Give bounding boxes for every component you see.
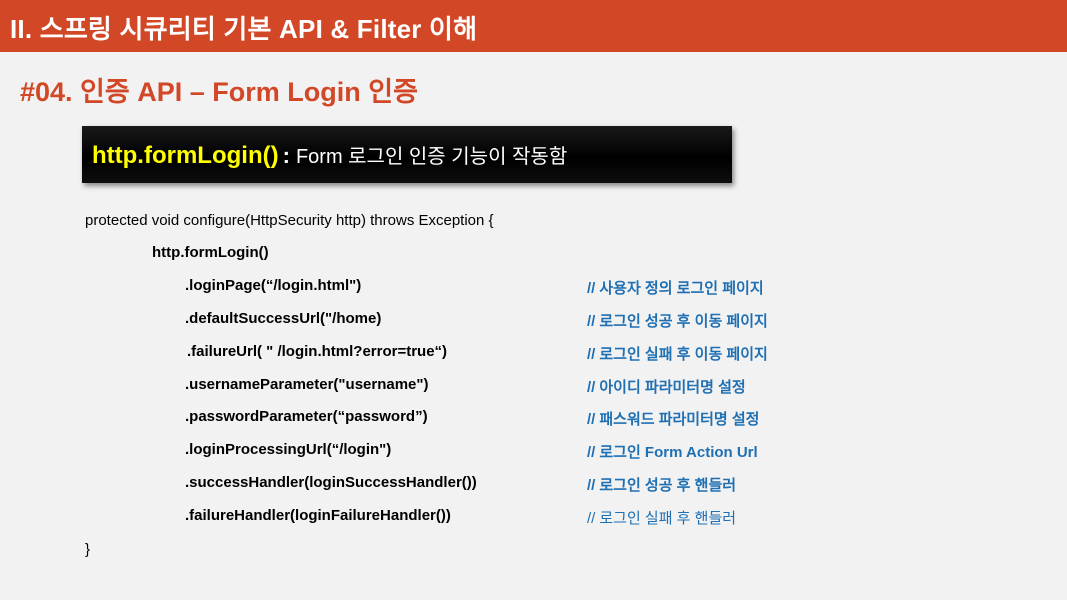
formlogin-call: http.formLogin() [152,244,269,261]
comment-text: 사용자 정의 로그인 페이지 [599,280,764,297]
code-line-failure-handler: .failureHandler(loginFailureHandler()) [185,507,451,524]
comment-slashes: // [587,477,596,494]
method-signature: protected void configure(HttpSecurity ht… [85,212,494,229]
code-line-success-handler: .successHandler(loginSuccessHandler()) [185,474,477,491]
comment-default-success-url: //로그인 성공 후 이동 페이지 [587,310,768,331]
code-line-login-processing-url: .loginProcessingUrl(“/login") [185,441,392,458]
code-line-failure-url: .failureUrl( " /login.html?error=true“) [187,343,448,360]
comment-slashes: // [587,280,596,297]
closing-brace: } [85,541,91,558]
comment-text: 로그인 실패 후 핸들러 [599,510,737,527]
comment-text: 로그인 성공 후 핸들러 [599,477,737,494]
comment-failure-url: //로그인 실패 후 이동 페이지 [587,343,768,364]
code-line-username-parameter: .usernameParameter("username") [185,376,429,393]
comment-slashes: // [587,346,596,363]
comment-slashes: // [587,379,596,396]
comment-slashes: // [587,444,596,461]
comment-slashes: // [587,510,596,527]
comment-text: 로그인 실패 후 이동 페이지 [599,346,768,363]
comment-success-handler: //로그인 성공 후 핸들러 [587,474,736,495]
code-line-default-success-url: .defaultSuccessUrl("/home) [185,310,382,327]
comment-failure-handler: //로그인 실패 후 핸들러 [587,507,736,528]
comment-text: 로그인 Form Action Url [599,444,758,461]
comment-login-processing-url: //로그인 Form Action Url [587,441,758,462]
comment-login-page: //사용자 정의 로그인 페이지 [587,277,764,298]
comment-text: 아이디 파라미터명 설정 [599,379,746,396]
comment-slashes: // [587,313,596,330]
comment-text: 패스워드 파라미터명 설정 [599,411,760,428]
comment-slashes: // [587,411,596,428]
code-line-password-parameter: .passwordParameter(“password”) [185,408,428,425]
code-block: protected void configure(HttpSecurity ht… [0,0,1067,600]
comment-password-parameter: //패스워드 파라미터명 설정 [587,408,759,429]
comment-text: 로그인 성공 후 이동 페이지 [599,313,768,330]
code-line-login-page: .loginPage(“/login.html") [185,277,362,294]
comment-username-parameter: //아이디 파라미터명 설정 [587,376,746,397]
